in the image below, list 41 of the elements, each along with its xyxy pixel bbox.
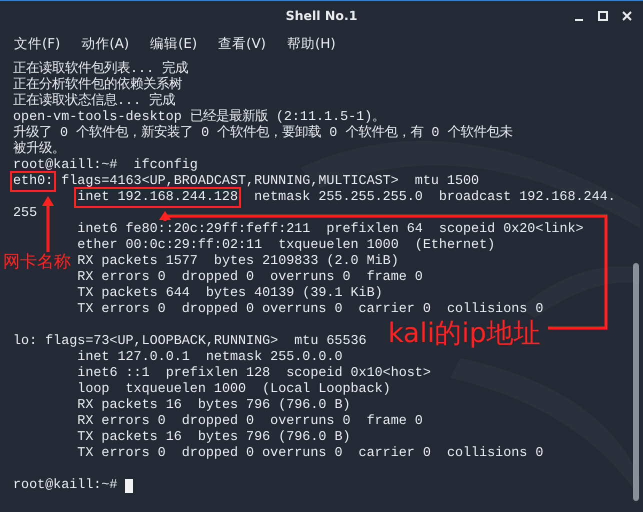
menu-item[interactable]: 编辑(E) <box>150 35 218 53</box>
terminal-line: 正在读取状态信息... 完成 <box>13 94 176 109</box>
maximize-icon <box>598 11 608 21</box>
terminal-line: TX errors 0 dropped 0 overruns 0 carrier 0 collisions 0 <box>77 302 544 317</box>
highlighted-text: eth0: <box>13 174 54 189</box>
arrow <box>42 196 54 252</box>
menu-item[interactable]: 文件(F) <box>14 35 82 53</box>
minimize-icon <box>575 18 583 20</box>
terminal-line: 正在读取软件包列表... 完成 <box>13 62 188 77</box>
annotation-label: 网卡名称 <box>3 254 71 271</box>
scrollbar-thumb[interactable] <box>633 263 639 501</box>
terminal-line: TX errors 0 dropped 0 overruns 0 carrier 0 collisions 0 <box>77 446 544 461</box>
terminal-text: netmask 255.255.255.0 broadcast 192.168.244. <box>253 190 616 205</box>
highlighted-text: inet 192.168.244.128 <box>77 190 238 205</box>
terminal-line: 升级了 0 个软件包，新安装了 0 个软件包，要卸载 0 个软件包，有 0 个软件包未 <box>13 126 512 141</box>
terminal-line: 被升级。 <box>13 142 65 157</box>
annotation-label: kali的ip地址 <box>388 320 540 347</box>
terminal-line: TX packets 16 bytes 796 (796.0 B) <box>77 430 351 445</box>
close-icon <box>622 11 632 21</box>
terminal-line: 255 <box>13 206 38 221</box>
terminal-line: loop txqueuelen 1000 (Local Loopback) <box>77 382 391 397</box>
terminal-line: RX packets 1577 bytes 2109833 (2.0 MiB) <box>77 254 399 269</box>
menu-item[interactable]: 查看(V) <box>218 35 287 53</box>
terminal-line: RX errors 0 dropped 0 overruns 0 frame 0 <box>77 414 423 429</box>
terminal-line: open-vm-tools-desktop 已经是最新版 (2:11.1.5-1)。 <box>13 110 386 125</box>
menu-item[interactable]: 动作(A) <box>81 35 150 53</box>
window-title: Shell No.1 <box>286 8 358 23</box>
terminal-line: TX packets 644 bytes 40139 (39.1 KiB) <box>77 286 383 301</box>
terminal-line: root@kaill:~# ifconfig <box>13 158 198 173</box>
menu-item[interactable]: 帮助(H) <box>286 35 357 53</box>
terminal-text: flags=4163<UP,BROADCAST,RUNNING,MULTICAST> mtu 1500 <box>60 174 480 189</box>
terminal-line: 正在分析软件包的依赖关系树 <box>13 78 182 93</box>
terminal-line: inet6 ::1 prefixlen 128 scopeid 0x10<host> <box>77 366 431 381</box>
terminal-prompt: root@kaill:~# <box>13 478 118 494</box>
terminal-line: inet6 fe80::20c:29ff:feff:211 prefixlen 64 scopeid 0x20<link> <box>77 222 584 237</box>
terminal-line: RX errors 0 dropped 0 overruns 0 frame 0 <box>77 270 423 285</box>
terminal-line: RX packets 16 bytes 796 (796.0 B) <box>77 398 351 413</box>
terminal-line: ether 00:0c:29:ff:02:11 txqueuelen 1000 (Ethernet) <box>77 238 496 253</box>
terminal-line: inet 127.0.0.1 netmask 255.0.0.0 <box>77 350 342 365</box>
terminal-line: lo: flags=73<UP,LOOPBACK,RUNNING> mtu 65536 <box>13 334 367 349</box>
text-cursor <box>125 479 134 493</box>
